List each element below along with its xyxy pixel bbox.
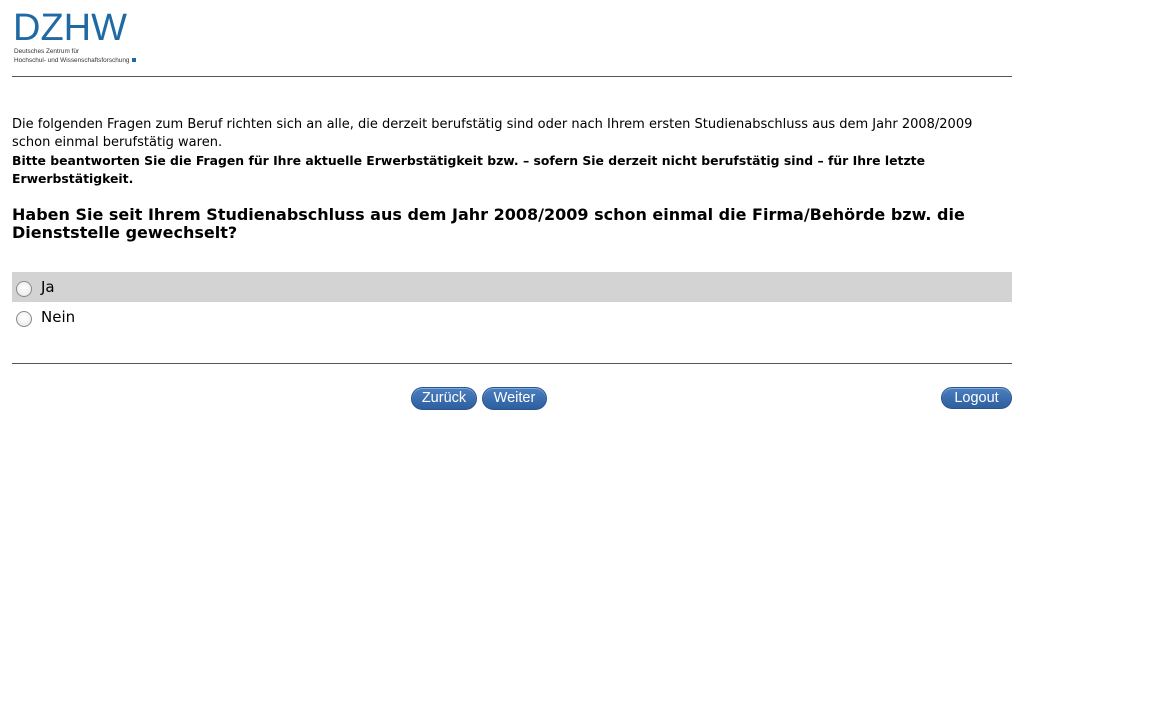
option-nein[interactable]: Nein: [12, 302, 1012, 332]
answer-options: Ja Nein: [12, 272, 1012, 332]
footer-divider: [12, 363, 1012, 364]
logo-square-icon: [132, 57, 137, 62]
option-ja[interactable]: Ja: [12, 272, 1012, 302]
header-divider: [12, 76, 1012, 77]
logout-button[interactable]: Logout: [941, 387, 1012, 409]
logo-mark: DZHW: [13, 7, 127, 49]
survey-page: DZHW Deutsches Zentrum für Hochschul- un…: [0, 0, 1152, 720]
radio-nein[interactable]: [16, 310, 32, 327]
intro-text: Die folgenden Fragen zum Beruf richten s…: [12, 117, 973, 150]
option-label-nein: Nein: [41, 308, 76, 326]
intro-instruction: Bitte beantworten Sie die Fragen für Ihr…: [12, 153, 925, 186]
dzhw-logo: DZHW Deutsches Zentrum für Hochschul- un…: [13, 7, 145, 68]
next-button[interactable]: Weiter: [482, 387, 547, 410]
back-button[interactable]: Zurück: [411, 387, 477, 410]
radio-ja[interactable]: [16, 280, 32, 297]
intro-text-block: Die folgenden Fragen zum Beruf richten s…: [12, 116, 1012, 188]
logo-subtitle: Deutsches Zentrum für Hochschul- und Wis…: [14, 48, 137, 65]
option-label-ja: Ja: [41, 278, 55, 296]
logo-subtitle-line1: Deutsches Zentrum für: [14, 48, 79, 55]
question-text: Haben Sie seit Ihrem Studienabschluss au…: [12, 205, 965, 242]
logo-subtitle-line2: Hochschul- und Wissenschaftsforschung: [14, 56, 130, 64]
